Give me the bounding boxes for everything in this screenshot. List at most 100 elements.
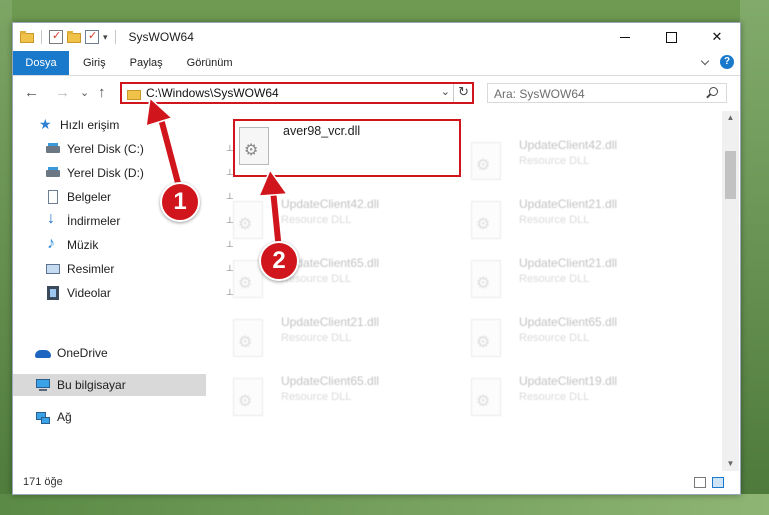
file-name: UpdateClient65.dll <box>281 374 380 388</box>
navigation-pane: Hızlı erişim Yerel Disk (C:) ⊥ Yerel Dis… <box>13 111 234 471</box>
sidebar-item-pictures[interactable]: Resimler ⊥ <box>13 258 238 280</box>
file-name: UpdateClient21.dll <box>519 197 618 211</box>
sidebar-item-quick-access[interactable]: Hızlı erişim <box>13 114 231 136</box>
file-item[interactable]: UpdateClient65.dll Resource DLL <box>451 311 681 363</box>
scroll-thumb[interactable] <box>725 151 736 199</box>
file-type: Resource DLL <box>281 214 352 226</box>
search-icon[interactable] <box>709 87 718 96</box>
dll-file-icon <box>233 260 263 298</box>
sidebar-item-videos[interactable]: Videolar ⊥ <box>13 282 238 304</box>
scroll-down-icon[interactable]: ▼ <box>722 457 739 471</box>
file-item[interactable]: UpdateClient42.dll Resource DLL <box>213 193 443 245</box>
sidebar-item-onedrive[interactable]: OneDrive <box>13 342 206 364</box>
file-item[interactable]: UpdateClient21.dll Resource DLL <box>451 193 681 245</box>
file-type: Resource DLL <box>519 214 590 226</box>
quick-access-toolbar: ▾ <box>20 29 119 44</box>
back-arrow-icon[interactable]: ← <box>24 85 39 100</box>
address-dropdown-icon[interactable]: ⌄ <box>441 85 450 98</box>
sidebar-item-network[interactable]: Ağ <box>13 406 206 428</box>
scroll-up-icon[interactable]: ▲ <box>722 111 739 125</box>
tab-home[interactable]: Giriş <box>71 51 118 75</box>
address-bar[interactable]: C:\Windows\SysWOW64 ⌄ ↻ <box>120 82 474 104</box>
recent-locations-icon[interactable]: ⌄ <box>80 86 89 100</box>
file-item[interactable]: UpdateClient21.dll Resource DLL <box>213 311 443 363</box>
file-name: UpdateClient42.dll <box>519 138 618 152</box>
up-arrow-icon[interactable]: ↑ <box>98 85 106 100</box>
file-item[interactable]: UpdateClient21.dll Resource DLL <box>451 252 681 304</box>
folder-icon <box>127 87 141 100</box>
file-name: UpdateClient42.dll <box>281 197 380 211</box>
new-folder-icon[interactable] <box>67 30 81 44</box>
dll-file-icon <box>471 260 501 298</box>
window-title: SysWOW64 <box>128 30 194 44</box>
explorer-window: ▾ SysWOW64 ✕ Dosya Giriş Paylaş Görünüm … <box>12 22 741 495</box>
file-type: Resource DLL <box>519 155 590 167</box>
status-bar: 171 öğe <box>13 472 740 494</box>
dll-file-icon <box>233 319 263 357</box>
dll-file-icon <box>471 142 501 180</box>
address-path[interactable]: C:\Windows\SysWOW64 <box>146 86 279 100</box>
file-item[interactable]: UpdateClient42.dll Resource DLL <box>451 134 681 186</box>
sidebar-item-label: Resimler <box>67 262 115 276</box>
refresh-icon[interactable]: ↻ <box>458 84 469 100</box>
file-item-highlighted[interactable]: aver98_vcr.dll <box>233 119 461 177</box>
sidebar-item-downloads[interactable]: İndirmeler ⊥ <box>13 210 238 232</box>
desktop-background-left <box>0 0 12 515</box>
expand-ribbon-icon[interactable] <box>700 57 710 67</box>
file-item[interactable]: UpdateClient65.dll Resource DLL <box>213 252 443 304</box>
file-type: Resource DLL <box>519 332 590 344</box>
vertical-scrollbar[interactable]: ▲ ▼ <box>722 111 739 471</box>
file-list: aver98_vcr.dll UpdateClient42.dll Resour… <box>213 111 721 471</box>
sidebar-item-local-disk-c[interactable]: Yerel Disk (C:) ⊥ <box>13 138 238 160</box>
chevron-down-icon[interactable]: ▾ <box>103 32 108 43</box>
forward-arrow-icon[interactable]: → <box>55 85 70 100</box>
disk-icon <box>45 141 61 157</box>
ribbon-tabs: Dosya Giriş Paylaş Görünüm ? <box>13 51 740 76</box>
large-icons-view-icon[interactable] <box>712 477 724 488</box>
sidebar-item-label: Müzik <box>67 238 99 252</box>
item-count: 171 öğe <box>23 476 63 488</box>
this-pc-icon <box>35 377 51 393</box>
sidebar-item-label: Bu bilgisayar <box>57 378 126 392</box>
sidebar-item-label: Hızlı erişim <box>60 118 120 132</box>
file-name: aver98_vcr.dll <box>283 124 361 138</box>
sidebar-item-local-disk-d[interactable]: Yerel Disk (D:) ⊥ <box>13 162 238 184</box>
folder-icon <box>20 30 34 44</box>
close-button[interactable]: ✕ <box>694 23 740 51</box>
tab-view[interactable]: Görünüm <box>175 51 245 75</box>
sidebar-item-label: Videolar <box>67 286 111 300</box>
file-name: UpdateClient21.dll <box>281 315 380 329</box>
dll-file-icon <box>471 201 501 239</box>
toolbar-divider <box>114 30 116 44</box>
tab-share[interactable]: Paylaş <box>118 51 175 75</box>
details-view-icon[interactable] <box>694 477 706 488</box>
onedrive-icon <box>35 345 51 361</box>
documents-icon <box>45 189 61 205</box>
sidebar-item-label: OneDrive <box>57 346 108 360</box>
dll-file-icon <box>233 378 263 416</box>
rename-icon[interactable] <box>85 29 99 44</box>
star-icon <box>38 116 54 133</box>
downloads-icon <box>45 210 61 229</box>
search-input[interactable]: Ara: SysWOW64 <box>494 87 585 101</box>
music-icon <box>45 235 61 253</box>
maximize-button[interactable] <box>648 23 694 51</box>
file-type: Resource DLL <box>519 273 590 285</box>
sidebar-item-this-pc[interactable]: Bu bilgisayar <box>13 374 206 396</box>
minimize-button[interactable] <box>602 23 648 51</box>
file-item[interactable]: UpdateClient65.dll Resource DLL <box>213 370 443 422</box>
pictures-icon <box>45 261 61 277</box>
search-box[interactable]: Ara: SysWOW64 <box>487 83 727 103</box>
sidebar-item-music[interactable]: Müzik ⊥ <box>13 234 238 256</box>
help-icon[interactable]: ? <box>720 55 734 69</box>
sidebar-item-label: İndirmeler <box>67 214 121 228</box>
window-controls: ✕ <box>602 23 740 51</box>
dll-file-icon <box>233 201 263 239</box>
properties-icon[interactable] <box>49 29 63 44</box>
file-item[interactable]: UpdateClient19.dll Resource DLL <box>451 370 681 422</box>
sidebar-item-documents[interactable]: Belgeler ⊥ <box>13 186 238 208</box>
file-name: UpdateClient19.dll <box>519 374 618 388</box>
desktop-background-bottom <box>0 494 769 515</box>
file-name: UpdateClient21.dll <box>519 256 618 270</box>
tab-file[interactable]: Dosya <box>13 51 69 75</box>
